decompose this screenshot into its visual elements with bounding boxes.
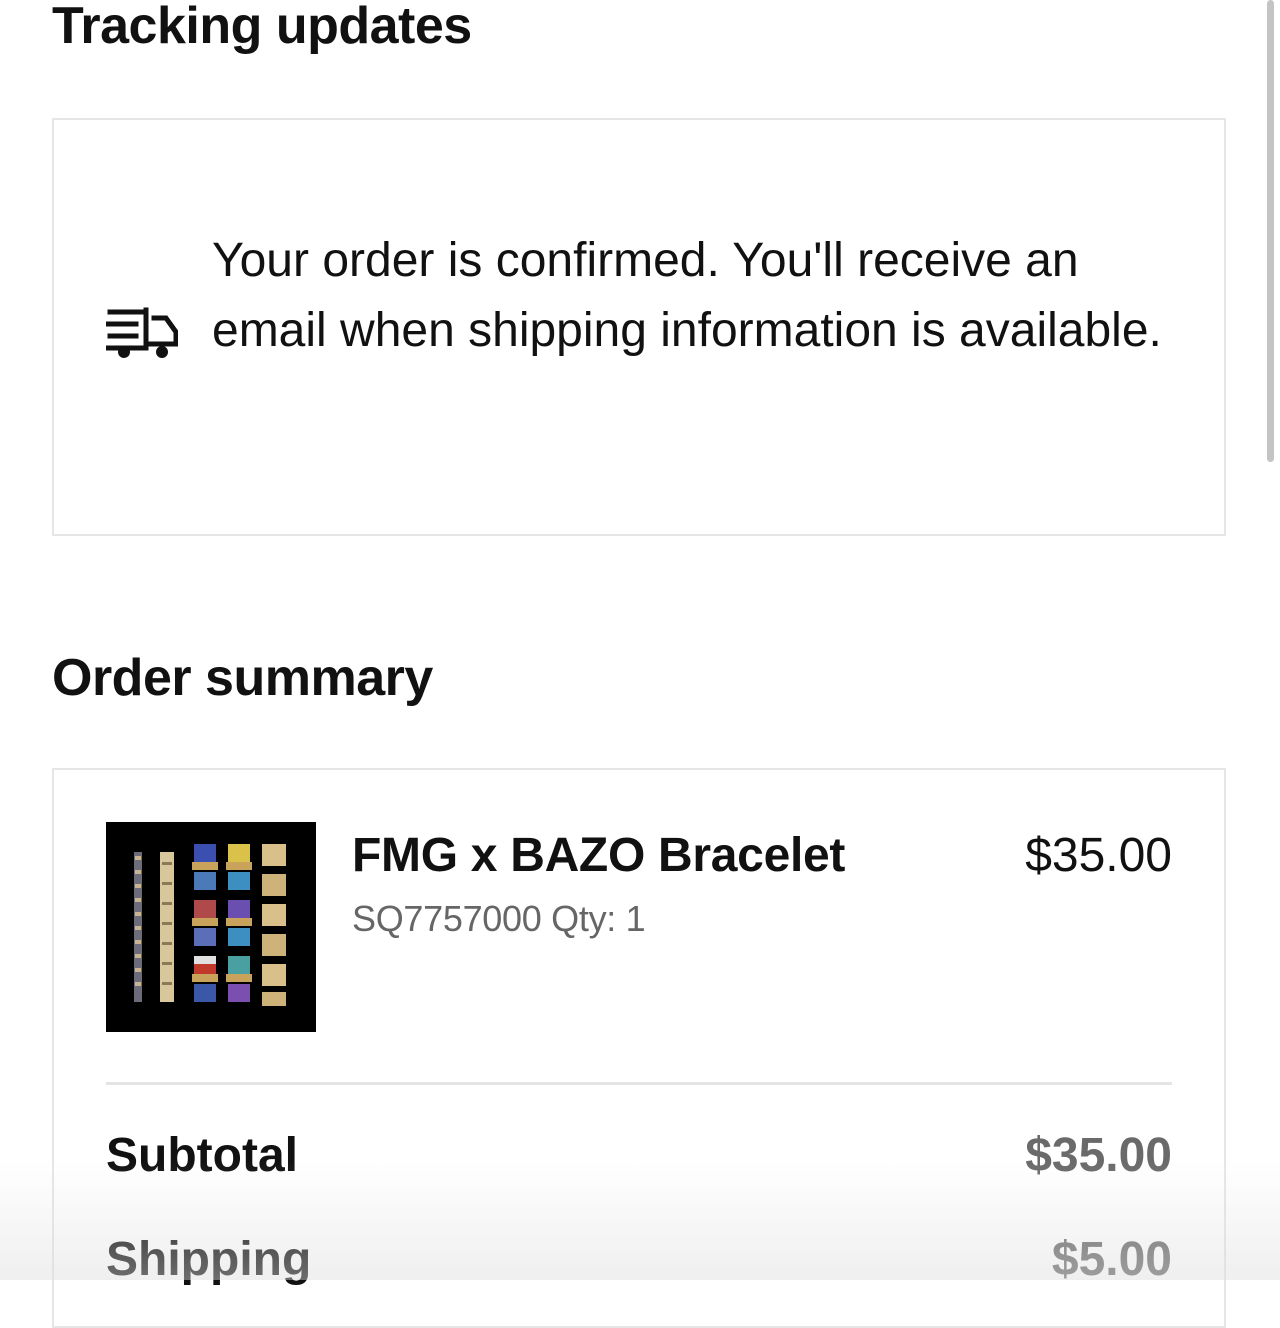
summary-divider [106,1082,1172,1085]
product-price: $35.00 [1025,829,1172,882]
shipping-label: Shipping [106,1233,312,1286]
tracking-card: Your order is confirmed. You'll receive … [52,118,1226,536]
bracelet-illustration [106,822,316,1032]
tracking-message: Your order is confirmed. You'll receive … [212,234,1162,357]
page-scrollbar[interactable] [1267,0,1274,462]
product-name[interactable]: FMG x BAZO Bracelet [352,828,845,883]
subtotal-label: Subtotal [106,1129,298,1182]
shipping-value: $5.00 [1051,1233,1172,1286]
subtotal-value: $35.00 [1025,1129,1172,1182]
order-summary-heading: Order summary [52,649,433,707]
bracelet-product-image[interactable] [106,822,316,1032]
order-summary-card: FMG x BAZO Bracelet SQ7757000 Qty: 1 $35… [52,768,1226,1328]
tracking-updates-heading: Tracking updates [52,0,472,55]
product-sku-qty: SQ7757000 Qty: 1 [352,898,646,939]
truck-fast-icon [106,307,178,358]
